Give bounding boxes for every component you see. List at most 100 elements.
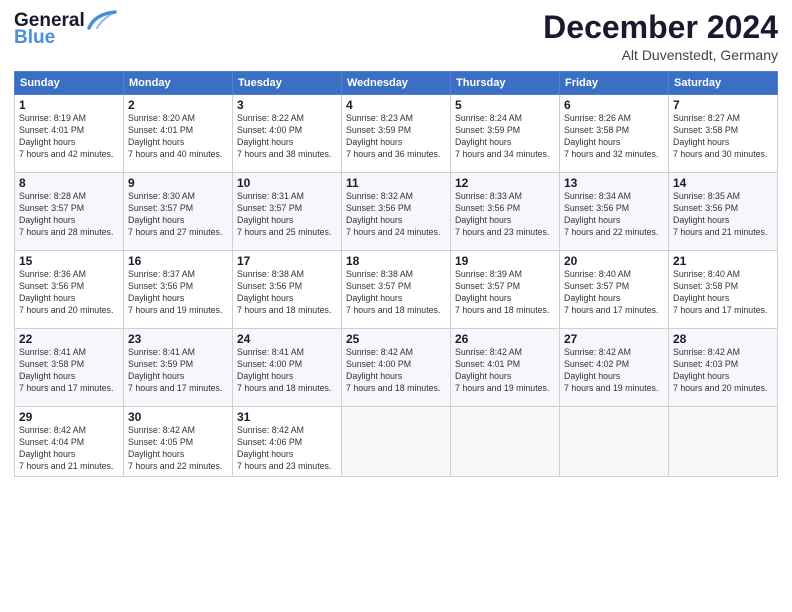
calendar-cell: 3Sunrise: 8:22 AMSunset: 4:00 PMDaylight… bbox=[233, 95, 342, 173]
weekday-header: Thursday bbox=[451, 72, 560, 95]
day-number: 23 bbox=[128, 332, 228, 346]
day-number: 3 bbox=[237, 98, 337, 112]
day-number: 9 bbox=[128, 176, 228, 190]
calendar-cell: 12Sunrise: 8:33 AMSunset: 3:56 PMDayligh… bbox=[451, 173, 560, 251]
page-container: General Blue December 2024 Alt Duvensted… bbox=[0, 0, 792, 485]
day-info: Sunrise: 8:42 AMSunset: 4:00 PMDaylight … bbox=[346, 347, 446, 395]
day-info: Sunrise: 8:40 AMSunset: 3:57 PMDaylight … bbox=[564, 269, 664, 317]
calendar-cell bbox=[342, 407, 451, 477]
calendar-cell: 26Sunrise: 8:42 AMSunset: 4:01 PMDayligh… bbox=[451, 329, 560, 407]
calendar-week-row: 15Sunrise: 8:36 AMSunset: 3:56 PMDayligh… bbox=[15, 251, 778, 329]
day-info: Sunrise: 8:23 AMSunset: 3:59 PMDaylight … bbox=[346, 113, 446, 161]
calendar-cell: 19Sunrise: 8:39 AMSunset: 3:57 PMDayligh… bbox=[451, 251, 560, 329]
title-block: December 2024 Alt Duvenstedt, Germany bbox=[543, 10, 778, 63]
day-info: Sunrise: 8:33 AMSunset: 3:56 PMDaylight … bbox=[455, 191, 555, 239]
calendar-cell: 18Sunrise: 8:38 AMSunset: 3:57 PMDayligh… bbox=[342, 251, 451, 329]
calendar-cell bbox=[560, 407, 669, 477]
calendar-cell: 4Sunrise: 8:23 AMSunset: 3:59 PMDaylight… bbox=[342, 95, 451, 173]
day-number: 24 bbox=[237, 332, 337, 346]
day-info: Sunrise: 8:32 AMSunset: 3:56 PMDaylight … bbox=[346, 191, 446, 239]
day-number: 13 bbox=[564, 176, 664, 190]
calendar-cell: 7Sunrise: 8:27 AMSunset: 3:58 PMDaylight… bbox=[669, 95, 778, 173]
day-info: Sunrise: 8:41 AMSunset: 4:00 PMDaylight … bbox=[237, 347, 337, 395]
day-number: 29 bbox=[19, 410, 119, 424]
day-number: 20 bbox=[564, 254, 664, 268]
logo: General Blue bbox=[14, 10, 117, 49]
calendar-cell: 1Sunrise: 8:19 AMSunset: 4:01 PMDaylight… bbox=[15, 95, 124, 173]
day-info: Sunrise: 8:39 AMSunset: 3:57 PMDaylight … bbox=[455, 269, 555, 317]
day-number: 18 bbox=[346, 254, 446, 268]
day-info: Sunrise: 8:40 AMSunset: 3:58 PMDaylight … bbox=[673, 269, 773, 317]
calendar-cell: 30Sunrise: 8:42 AMSunset: 4:05 PMDayligh… bbox=[124, 407, 233, 477]
day-number: 25 bbox=[346, 332, 446, 346]
day-info: Sunrise: 8:42 AMSunset: 4:06 PMDaylight … bbox=[237, 425, 337, 473]
logo-wing-icon bbox=[87, 10, 117, 32]
calendar-cell bbox=[451, 407, 560, 477]
calendar-cell: 13Sunrise: 8:34 AMSunset: 3:56 PMDayligh… bbox=[560, 173, 669, 251]
calendar-week-row: 8Sunrise: 8:28 AMSunset: 3:57 PMDaylight… bbox=[15, 173, 778, 251]
weekday-header: Monday bbox=[124, 72, 233, 95]
day-info: Sunrise: 8:19 AMSunset: 4:01 PMDaylight … bbox=[19, 113, 119, 161]
location-title: Alt Duvenstedt, Germany bbox=[543, 47, 778, 63]
day-info: Sunrise: 8:42 AMSunset: 4:02 PMDaylight … bbox=[564, 347, 664, 395]
day-info: Sunrise: 8:31 AMSunset: 3:57 PMDaylight … bbox=[237, 191, 337, 239]
day-info: Sunrise: 8:41 AMSunset: 3:58 PMDaylight … bbox=[19, 347, 119, 395]
calendar-cell: 11Sunrise: 8:32 AMSunset: 3:56 PMDayligh… bbox=[342, 173, 451, 251]
day-info: Sunrise: 8:26 AMSunset: 3:58 PMDaylight … bbox=[564, 113, 664, 161]
day-number: 30 bbox=[128, 410, 228, 424]
calendar-cell: 6Sunrise: 8:26 AMSunset: 3:58 PMDaylight… bbox=[560, 95, 669, 173]
day-info: Sunrise: 8:41 AMSunset: 3:59 PMDaylight … bbox=[128, 347, 228, 395]
day-info: Sunrise: 8:35 AMSunset: 3:56 PMDaylight … bbox=[673, 191, 773, 239]
month-title: December 2024 bbox=[543, 10, 778, 45]
day-number: 12 bbox=[455, 176, 555, 190]
calendar-cell: 22Sunrise: 8:41 AMSunset: 3:58 PMDayligh… bbox=[15, 329, 124, 407]
weekday-header: Sunday bbox=[15, 72, 124, 95]
day-number: 28 bbox=[673, 332, 773, 346]
day-number: 15 bbox=[19, 254, 119, 268]
day-info: Sunrise: 8:24 AMSunset: 3:59 PMDaylight … bbox=[455, 113, 555, 161]
day-number: 27 bbox=[564, 332, 664, 346]
day-number: 5 bbox=[455, 98, 555, 112]
calendar-cell: 10Sunrise: 8:31 AMSunset: 3:57 PMDayligh… bbox=[233, 173, 342, 251]
day-number: 17 bbox=[237, 254, 337, 268]
calendar-cell: 14Sunrise: 8:35 AMSunset: 3:56 PMDayligh… bbox=[669, 173, 778, 251]
weekday-header: Tuesday bbox=[233, 72, 342, 95]
calendar-cell: 17Sunrise: 8:38 AMSunset: 3:56 PMDayligh… bbox=[233, 251, 342, 329]
day-info: Sunrise: 8:42 AMSunset: 4:03 PMDaylight … bbox=[673, 347, 773, 395]
day-number: 8 bbox=[19, 176, 119, 190]
day-number: 4 bbox=[346, 98, 446, 112]
day-info: Sunrise: 8:20 AMSunset: 4:01 PMDaylight … bbox=[128, 113, 228, 161]
day-number: 16 bbox=[128, 254, 228, 268]
day-info: Sunrise: 8:27 AMSunset: 3:58 PMDaylight … bbox=[673, 113, 773, 161]
day-info: Sunrise: 8:22 AMSunset: 4:00 PMDaylight … bbox=[237, 113, 337, 161]
day-info: Sunrise: 8:42 AMSunset: 4:01 PMDaylight … bbox=[455, 347, 555, 395]
day-info: Sunrise: 8:28 AMSunset: 3:57 PMDaylight … bbox=[19, 191, 119, 239]
day-info: Sunrise: 8:38 AMSunset: 3:57 PMDaylight … bbox=[346, 269, 446, 317]
day-number: 1 bbox=[19, 98, 119, 112]
weekday-header: Saturday bbox=[669, 72, 778, 95]
calendar-cell: 28Sunrise: 8:42 AMSunset: 4:03 PMDayligh… bbox=[669, 329, 778, 407]
calendar-table: SundayMondayTuesdayWednesdayThursdayFrid… bbox=[14, 71, 778, 477]
day-number: 7 bbox=[673, 98, 773, 112]
calendar-cell: 8Sunrise: 8:28 AMSunset: 3:57 PMDaylight… bbox=[15, 173, 124, 251]
weekday-header: Wednesday bbox=[342, 72, 451, 95]
calendar-cell bbox=[669, 407, 778, 477]
calendar-cell: 2Sunrise: 8:20 AMSunset: 4:01 PMDaylight… bbox=[124, 95, 233, 173]
calendar-week-row: 22Sunrise: 8:41 AMSunset: 3:58 PMDayligh… bbox=[15, 329, 778, 407]
day-number: 22 bbox=[19, 332, 119, 346]
calendar-cell: 27Sunrise: 8:42 AMSunset: 4:02 PMDayligh… bbox=[560, 329, 669, 407]
day-number: 11 bbox=[346, 176, 446, 190]
day-info: Sunrise: 8:36 AMSunset: 3:56 PMDaylight … bbox=[19, 269, 119, 317]
day-number: 19 bbox=[455, 254, 555, 268]
day-number: 10 bbox=[237, 176, 337, 190]
day-info: Sunrise: 8:42 AMSunset: 4:05 PMDaylight … bbox=[128, 425, 228, 473]
calendar-week-row: 29Sunrise: 8:42 AMSunset: 4:04 PMDayligh… bbox=[15, 407, 778, 477]
calendar-header-row: SundayMondayTuesdayWednesdayThursdayFrid… bbox=[15, 72, 778, 95]
calendar-cell: 23Sunrise: 8:41 AMSunset: 3:59 PMDayligh… bbox=[124, 329, 233, 407]
calendar-cell: 15Sunrise: 8:36 AMSunset: 3:56 PMDayligh… bbox=[15, 251, 124, 329]
calendar-cell: 25Sunrise: 8:42 AMSunset: 4:00 PMDayligh… bbox=[342, 329, 451, 407]
calendar-cell: 20Sunrise: 8:40 AMSunset: 3:57 PMDayligh… bbox=[560, 251, 669, 329]
logo-blue-text: Blue bbox=[14, 28, 55, 49]
calendar-cell: 29Sunrise: 8:42 AMSunset: 4:04 PMDayligh… bbox=[15, 407, 124, 477]
day-number: 31 bbox=[237, 410, 337, 424]
